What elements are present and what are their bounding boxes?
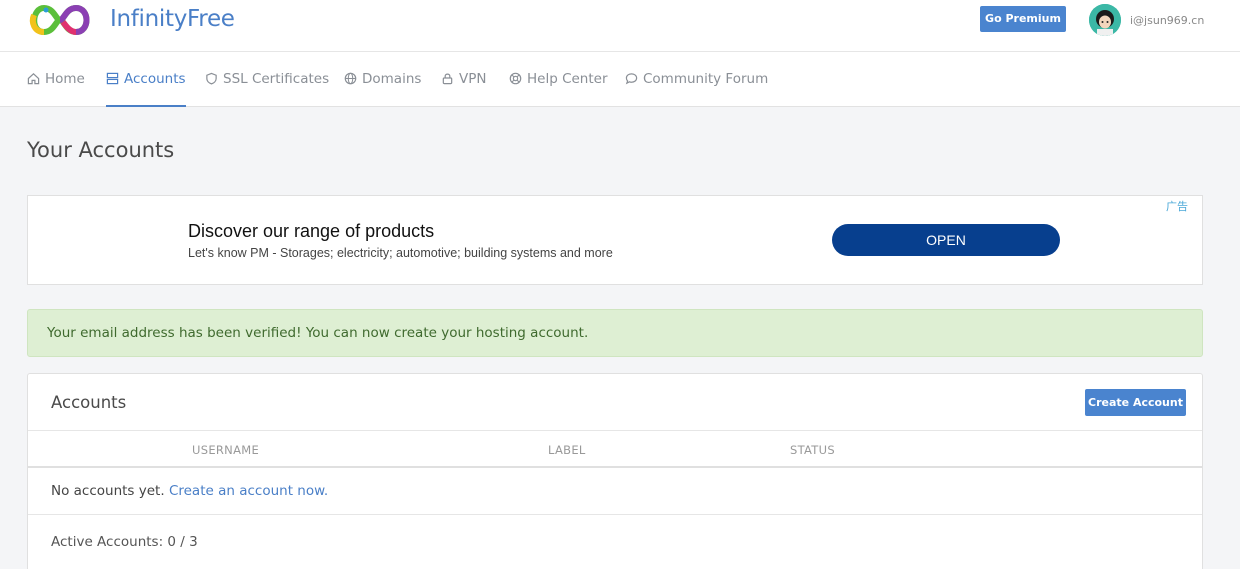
home-icon <box>27 73 40 85</box>
column-header-status: STATUS <box>790 443 835 457</box>
avatar-icon <box>1089 4 1121 36</box>
success-alert: Your email address has been verified! Yo… <box>27 309 1203 357</box>
nav-item-help-center[interactable]: Help Center <box>509 52 608 107</box>
ad-banner[interactable]: Discover our range of products Let's kno… <box>27 195 1203 285</box>
accounts-card: Accounts Create Account USERNAME LABEL S… <box>27 373 1203 569</box>
nav-label-forum: Community Forum <box>643 71 769 87</box>
nav-label-accounts: Accounts <box>124 71 186 87</box>
nav-label-ssl: SSL Certificates <box>223 71 330 87</box>
nav-label-help: Help Center <box>527 71 608 87</box>
nav-item-accounts[interactable]: Accounts <box>106 52 186 107</box>
empty-accounts-text: No accounts yet. <box>51 483 165 499</box>
accounts-table-header: USERNAME LABEL STATUS <box>28 430 1202 468</box>
ad-open-button[interactable]: OPEN <box>832 224 1060 256</box>
ad-description[interactable]: Let's know PM - Storages; electricity; a… <box>188 246 613 260</box>
server-icon <box>106 72 119 85</box>
ad-tag[interactable]: 广告 <box>1166 198 1188 214</box>
active-accounts-count: Active Accounts: 0 / 3 <box>51 534 198 550</box>
create-account-link[interactable]: Create an account now. <box>169 483 328 499</box>
nav-item-vpn[interactable]: VPN <box>441 52 486 107</box>
accounts-card-title: Accounts <box>51 393 127 412</box>
lock-icon <box>442 73 453 85</box>
nav-label-vpn: VPN <box>459 71 487 87</box>
infinity-logo-icon[interactable] <box>26 2 94 38</box>
brand-name[interactable]: InfinityFree <box>110 6 235 32</box>
ad-title[interactable]: Discover our range of products <box>188 221 434 242</box>
top-header: InfinityFree Go Premium i@jsun969.cn <box>0 0 1240 52</box>
create-account-button[interactable]: Create Account <box>1085 389 1186 416</box>
nav-label-home: Home <box>45 71 85 87</box>
lifebuoy-icon <box>509 72 522 85</box>
main-nav: Home Accounts SSL Certificates Domains V… <box>0 52 1240 107</box>
column-header-username: USERNAME <box>192 443 260 457</box>
page-title: Your Accounts <box>27 138 175 162</box>
chat-icon <box>625 73 638 85</box>
globe-icon <box>344 72 357 85</box>
nav-label-domains: Domains <box>362 71 422 87</box>
nav-item-ssl-certificates[interactable]: SSL Certificates <box>205 52 329 107</box>
column-header-label: LABEL <box>548 443 586 457</box>
user-avatar[interactable] <box>1089 4 1121 36</box>
shield-icon <box>206 72 217 85</box>
nav-item-community-forum[interactable]: Community Forum <box>625 52 768 107</box>
go-premium-button[interactable]: Go Premium <box>980 6 1066 32</box>
nav-item-domains[interactable]: Domains <box>344 52 421 107</box>
empty-accounts-row: No accounts yet. Create an account now. <box>28 468 1202 515</box>
user-email[interactable]: i@jsun969.cn <box>1130 14 1204 27</box>
nav-item-home[interactable]: Home <box>27 52 85 107</box>
